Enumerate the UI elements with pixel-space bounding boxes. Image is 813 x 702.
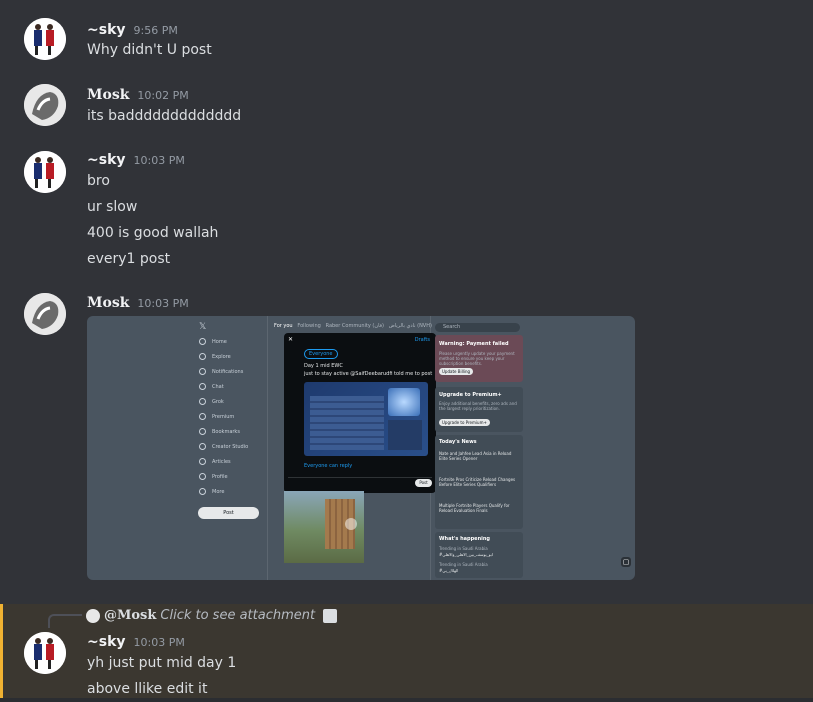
reply-username[interactable]: @Mosk: [104, 608, 156, 623]
message-text: ur slow: [87, 199, 138, 215]
avatar-sky[interactable]: [24, 18, 66, 60]
mosk-avatar-image: [24, 84, 66, 126]
timestamp: 10:03 PM: [133, 636, 185, 649]
drafts-link: Drafts: [414, 337, 430, 343]
feed-tabs: For you Following Raber Community (فان) …: [274, 323, 432, 329]
reply-text[interactable]: Click to see attachment: [160, 608, 315, 623]
nav-item: Profile: [199, 473, 228, 480]
x-logo-icon: 𝕏: [199, 322, 207, 332]
avatar-mosk[interactable]: [24, 293, 66, 335]
message-text: 400 is good wallah: [87, 225, 219, 241]
close-icon: ✕: [288, 336, 294, 343]
audience-pill: Everyone: [304, 349, 338, 359]
message-text: bro: [87, 173, 110, 189]
message-text: above llike edit it: [87, 681, 208, 697]
nav-item: Bookmarks: [199, 428, 240, 435]
game-screenshot: [304, 382, 428, 456]
compose-text: just to stay active @SaifDeebarudfi told…: [304, 371, 433, 377]
avatar-sky[interactable]: [24, 632, 66, 674]
image-icon: [323, 608, 338, 623]
x-sidebar: 𝕏 Home Explore Notifications Chat Grok P…: [199, 316, 269, 580]
compose-post-button: Post: [415, 479, 432, 487]
username[interactable]: Mosk 10:02 PM: [87, 87, 189, 103]
message-text: its baddddddddddddd: [87, 108, 242, 124]
avatar-mosk[interactable]: [24, 84, 66, 126]
nav-item: Explore: [199, 353, 231, 360]
premium-card: Upgrade to Premium+ Enjoy additional ben…: [435, 387, 523, 432]
nav-item: Grok: [199, 398, 224, 405]
timestamp: 10:03 PM: [137, 297, 189, 310]
timestamp: 10:03 PM: [133, 154, 185, 167]
message-text: yh just put mid day 1: [87, 655, 237, 671]
sky-avatar-image: [24, 18, 66, 60]
play-icon: [345, 518, 357, 530]
nav-item: More: [199, 488, 224, 495]
grok-icon: ▢: [621, 557, 631, 567]
mention-highlight-bar: [0, 604, 3, 702]
timestamp: 10:02 PM: [137, 89, 189, 102]
message-text: every1 post: [87, 251, 171, 267]
reply-spine: [48, 614, 82, 628]
nav-item: Articles: [199, 458, 231, 465]
x-search-box: Search: [435, 323, 520, 332]
reply-reference[interactable]: @Mosk Click to see attachment: [86, 608, 338, 623]
compose-text: Day 1 mid EWC: [304, 363, 343, 369]
mosk-avatar-image: [24, 293, 66, 335]
warning-card: Warning: Payment failed Please urgently …: [435, 335, 523, 382]
nav-item: Chat: [199, 383, 224, 390]
avatar-sky[interactable]: [24, 151, 66, 193]
username[interactable]: ~sky 10:03 PM: [87, 634, 185, 650]
nav-item: Home: [199, 338, 227, 345]
trends-card: What's happening Trending in Saudi Arabi…: [435, 532, 523, 578]
image-attachment[interactable]: 𝕏 Home Explore Notifications Chat Grok P…: [87, 316, 635, 580]
nav-item: Creator Studio: [199, 443, 248, 450]
news-card: Today's News Nate and Jahfee Lead Asia i…: [435, 435, 523, 529]
sky-avatar-image: [24, 632, 66, 674]
reply-setting: Everyone can reply: [304, 463, 353, 469]
username[interactable]: ~sky 10:03 PM: [87, 152, 185, 168]
nav-item: Premium: [199, 413, 234, 420]
x-post-button: Post: [198, 507, 259, 519]
username[interactable]: ~sky 9:56 PM: [87, 22, 178, 38]
reply-avatar-icon: [86, 608, 100, 623]
nav-item: Notifications: [199, 368, 243, 375]
sky-avatar-image: [24, 151, 66, 193]
compose-modal: ✕ Drafts Everyone Day 1 mid EWC just to …: [284, 333, 436, 493]
message-text: Why didn't U post: [87, 42, 212, 58]
username[interactable]: Mosk 10:03 PM: [87, 295, 189, 311]
message-input-edge: [0, 698, 813, 702]
timestamp: 9:56 PM: [133, 24, 178, 37]
attachment-screenshot: 𝕏 Home Explore Notifications Chat Grok P…: [87, 316, 635, 580]
